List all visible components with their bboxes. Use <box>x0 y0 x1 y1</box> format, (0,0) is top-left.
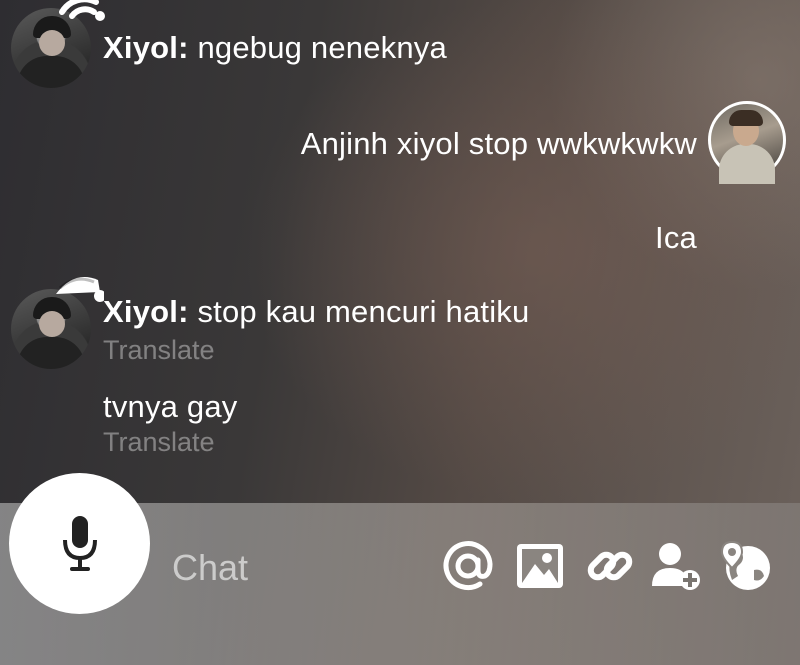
avatar-body <box>17 337 85 369</box>
avatar-hair <box>729 110 763 126</box>
avatar-shirt <box>719 144 775 184</box>
avatar-body <box>17 56 85 88</box>
avatar-face <box>39 311 65 337</box>
party-hat-icon <box>56 277 104 302</box>
image-button[interactable] <box>514 540 566 592</box>
add-user-icon <box>652 543 700 590</box>
image-icon <box>517 544 563 588</box>
link-icon <box>587 551 633 581</box>
mic-button[interactable] <box>9 473 150 614</box>
chat-message: Xiyol: ngebug neneknya <box>103 30 447 66</box>
message-text: ngebug neneknya <box>197 30 447 65</box>
chat-message-own: Anjinh xiyol stop wwkwkwkw <box>301 126 697 162</box>
message-text: stop kau mencuri hatiku <box>197 294 530 329</box>
message-text: Ica <box>655 220 697 255</box>
chat-message: tvnya gay <box>103 389 238 425</box>
at-mention-button[interactable] <box>442 540 494 592</box>
globe-location-button[interactable] <box>720 540 772 592</box>
link-button[interactable] <box>584 540 636 592</box>
message-text: Anjinh xiyol stop wwkwkwkw <box>300 126 697 161</box>
avatar-self[interactable] <box>708 101 786 184</box>
message-text: tvnya gay <box>103 389 238 424</box>
chat-message-own: Ica <box>655 220 697 256</box>
message-sender: Xiyol: <box>103 30 189 65</box>
avatar-face <box>39 30 65 56</box>
chat-message: Xiyol: stop kau mencuri hatiku <box>103 294 529 330</box>
globe-location-icon <box>720 540 770 590</box>
add-user-button[interactable] <box>650 540 702 592</box>
live-signal-icon <box>59 0 105 21</box>
at-mention-icon <box>443 541 493 590</box>
message-sender: Xiyol: <box>103 294 189 329</box>
mic-icon <box>62 515 97 571</box>
chat-input[interactable] <box>170 545 434 591</box>
translate-link[interactable]: Translate <box>103 427 215 458</box>
translate-link[interactable]: Translate <box>103 335 215 366</box>
